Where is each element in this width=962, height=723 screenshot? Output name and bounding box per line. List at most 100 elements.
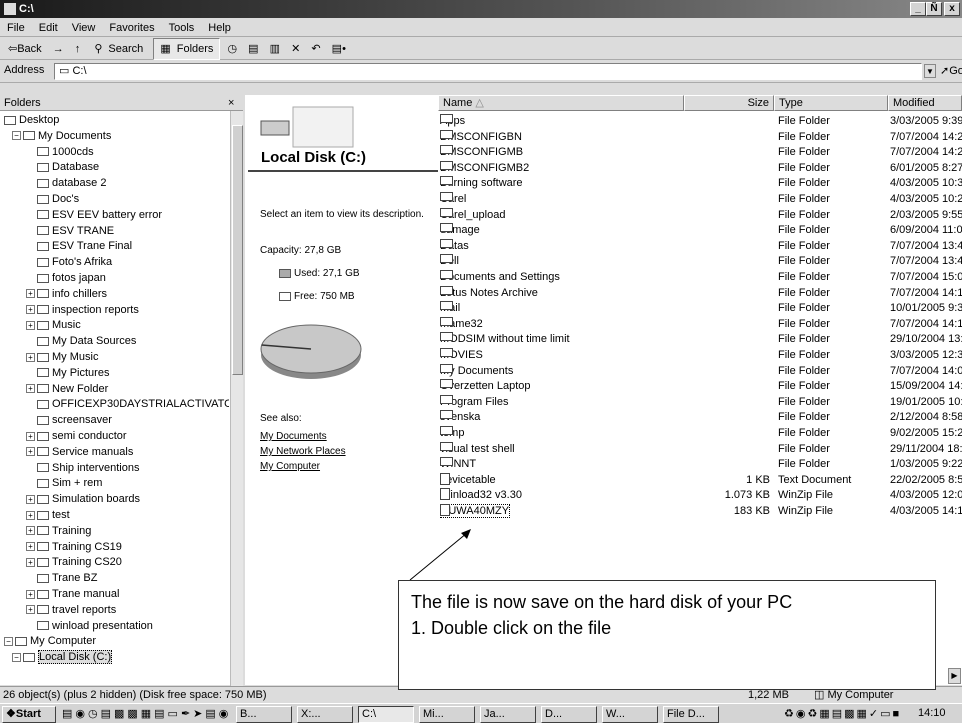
file-row[interactable]: Winload32 v3.30 1.073 KB WinZip File 4/03/2… <box>438 488 962 504</box>
file-row[interactable]: Apps File Folder 3/03/2005 9:39 <box>438 114 962 130</box>
tree-item[interactable]: ESV TRANE <box>4 224 229 240</box>
expand-icon[interactable]: + <box>26 589 35 599</box>
tree-item[interactable]: + test <box>4 508 229 524</box>
file-row[interactable]: Dell File Folder 7/07/2004 13:4 <box>438 254 962 270</box>
delete-button[interactable]: ✕ <box>287 38 304 60</box>
address-dropdown-button[interactable]: ▼ <box>924 64 936 78</box>
see-also-link[interactable]: My Documents <box>260 429 346 444</box>
forward-button[interactable]: → <box>49 38 68 60</box>
collapse-icon[interactable]: − <box>4 636 13 646</box>
quick-launch-icons[interactable]: ▤◉◷▤▩▩▦▤▭✒➤▤◉ <box>62 707 231 720</box>
menu-tools[interactable]: Tools <box>162 19 202 37</box>
file-row[interactable]: Program Files File Folder 19/01/2005 10: <box>438 394 962 411</box>
taskbar-button[interactable]: W... <box>602 706 658 723</box>
search-button[interactable]: ⚲ Search <box>87 38 150 60</box>
file-row[interactable]: damage File Folder 6/09/2004 11:0 <box>438 223 962 239</box>
file-row[interactable]: Datas File Folder 7/07/2004 13:4 <box>438 238 962 255</box>
menu-favorites[interactable]: Favorites <box>102 19 161 37</box>
close-button[interactable]: x <box>944 2 960 16</box>
taskbar-button[interactable]: B... <box>236 706 292 723</box>
file-row[interactable]: temp File Folder 9/02/2005 15:2 <box>438 426 962 442</box>
file-row[interactable]: My Documents File Folder 7/07/2004 14:0 <box>438 363 962 380</box>
scrollbar-thumb[interactable] <box>232 125 243 375</box>
tree-item[interactable]: + info chillers <box>4 287 229 303</box>
expand-icon[interactable]: + <box>26 605 35 615</box>
file-row[interactable]: BMSCONFIGMB2 File Folder 6/01/2005 8:27 <box>438 160 962 177</box>
column-modified[interactable]: Modified <box>888 95 962 111</box>
tree-item[interactable]: Trane BZ <box>4 571 229 587</box>
tree-item[interactable]: + Service manuals <box>4 445 229 461</box>
tree-item[interactable]: + Training CS19 <box>4 540 229 556</box>
file-row[interactable]: Lotus Notes Archive File Folder 7/07/2004 … <box>438 285 962 302</box>
tree-item[interactable]: screensaver <box>4 413 229 429</box>
file-row[interactable]: devicetable 1 KB Text Document 22/02/2005 8… <box>438 472 962 489</box>
copy-to-button[interactable]: ▥ <box>266 38 284 60</box>
tree-item[interactable]: + semi conductor <box>4 429 229 445</box>
back-button[interactable]: ⇦Back <box>4 38 46 60</box>
file-row[interactable]: EUWA40MZY 183 KB WinZip File 4/03/2005 14:1 <box>438 504 962 520</box>
tree-item[interactable]: fotos japan <box>4 271 229 287</box>
menu-file[interactable]: File <box>0 19 32 37</box>
folder-tree-scrollbar[interactable] <box>230 111 243 686</box>
file-row[interactable]: Carel File Folder 4/03/2005 10:2 <box>438 192 962 208</box>
tree-item[interactable]: Foto's Afrika <box>4 255 229 271</box>
expand-icon[interactable]: + <box>26 447 35 457</box>
list-scroll-right-button[interactable]: ▶ <box>948 668 961 684</box>
go-button[interactable]: ➚Go <box>940 64 962 77</box>
menu-edit[interactable]: Edit <box>32 19 65 37</box>
move-to-button[interactable]: ▤ <box>244 38 262 60</box>
tree-item[interactable]: + travel reports <box>4 603 229 619</box>
taskbar-button[interactable]: D... <box>541 706 597 723</box>
address-input[interactable]: ▭ C:\ <box>54 63 922 80</box>
file-row[interactable]: MOVIES File Folder 3/03/2005 12:3 <box>438 348 962 364</box>
tree-item[interactable]: Sim + rem <box>4 476 229 492</box>
column-name[interactable]: Name △ <box>438 95 684 111</box>
tree-item[interactable]: + Training <box>4 524 229 540</box>
file-row[interactable]: visual test shell File Folder 29/11/2004 1… <box>438 441 962 458</box>
file-row[interactable]: MODSIM without time limit File Folder 29/1… <box>438 332 962 348</box>
file-row[interactable]: Carel_upload File Folder 2/03/2005 9:55 <box>438 207 962 224</box>
tree-item[interactable]: Database <box>4 160 229 176</box>
tree-item[interactable]: + Simulation boards <box>4 492 229 508</box>
expand-icon[interactable]: + <box>26 289 35 299</box>
collapse-icon[interactable]: − <box>12 131 21 141</box>
views-button[interactable]: ▤• <box>328 38 350 60</box>
tree-item[interactable]: + Trane manual <box>4 587 229 603</box>
expand-icon[interactable]: + <box>26 384 35 394</box>
undo-button[interactable]: ↶ <box>307 38 324 60</box>
minimize-button[interactable]: _ <box>910 2 926 16</box>
tree-item[interactable]: Doc's <box>4 192 229 208</box>
up-folder-button[interactable]: ↑ <box>71 38 85 60</box>
tree-item[interactable]: + inspection reports <box>4 303 229 319</box>
menu-help[interactable]: Help <box>201 19 238 37</box>
file-row[interactable]: Burning software File Folder 4/03/2005 10:… <box>438 176 962 192</box>
taskbar-button[interactable]: X:... <box>297 706 353 723</box>
expand-icon[interactable]: + <box>26 510 35 520</box>
expand-icon[interactable]: + <box>26 542 35 552</box>
column-size[interactable]: Size <box>684 95 774 111</box>
history-button[interactable]: ◷ <box>224 38 242 60</box>
file-row[interactable]: BMSCONFIGMB File Folder 7/07/2004 14:2 <box>438 145 962 161</box>
menu-view[interactable]: View <box>65 19 103 37</box>
tree-item[interactable]: Ship interventions <box>4 461 229 477</box>
tree-item[interactable]: database 2 <box>4 176 229 192</box>
expand-icon[interactable]: + <box>26 494 35 504</box>
file-row[interactable]: Documents and Settings File Folder 7/07/20… <box>438 270 962 286</box>
expand-icon[interactable]: + <box>26 526 35 536</box>
file-row[interactable]: Overzetten Laptop File Folder 15/09/2004 1… <box>438 379 962 395</box>
tree-item[interactable]: 1000cds <box>4 145 229 161</box>
see-also-link[interactable]: My Network Places <box>260 444 346 459</box>
file-row[interactable]: svenska File Folder 2/12/2004 8:58 <box>438 410 962 426</box>
expand-icon[interactable]: + <box>26 431 35 441</box>
start-button[interactable]: ❖Start <box>2 706 56 723</box>
tree-item[interactable]: ESV Trane Final <box>4 239 229 255</box>
tree-item[interactable]: My Data Sources <box>4 334 229 350</box>
tree-item[interactable]: − My Documents <box>4 129 229 145</box>
folders-pane-close-button[interactable]: × <box>228 95 234 111</box>
tree-item[interactable]: + Music <box>4 318 229 334</box>
tree-item[interactable]: − My Computer <box>4 634 229 650</box>
expand-icon[interactable]: + <box>26 557 35 567</box>
file-row[interactable]: WINNT File Folder 1/03/2005 9:22 <box>438 457 962 473</box>
file-row[interactable]: BMSCONFIGBN File Folder 7/07/2004 14:2 <box>438 129 962 146</box>
see-also-link[interactable]: My Computer <box>260 459 346 474</box>
